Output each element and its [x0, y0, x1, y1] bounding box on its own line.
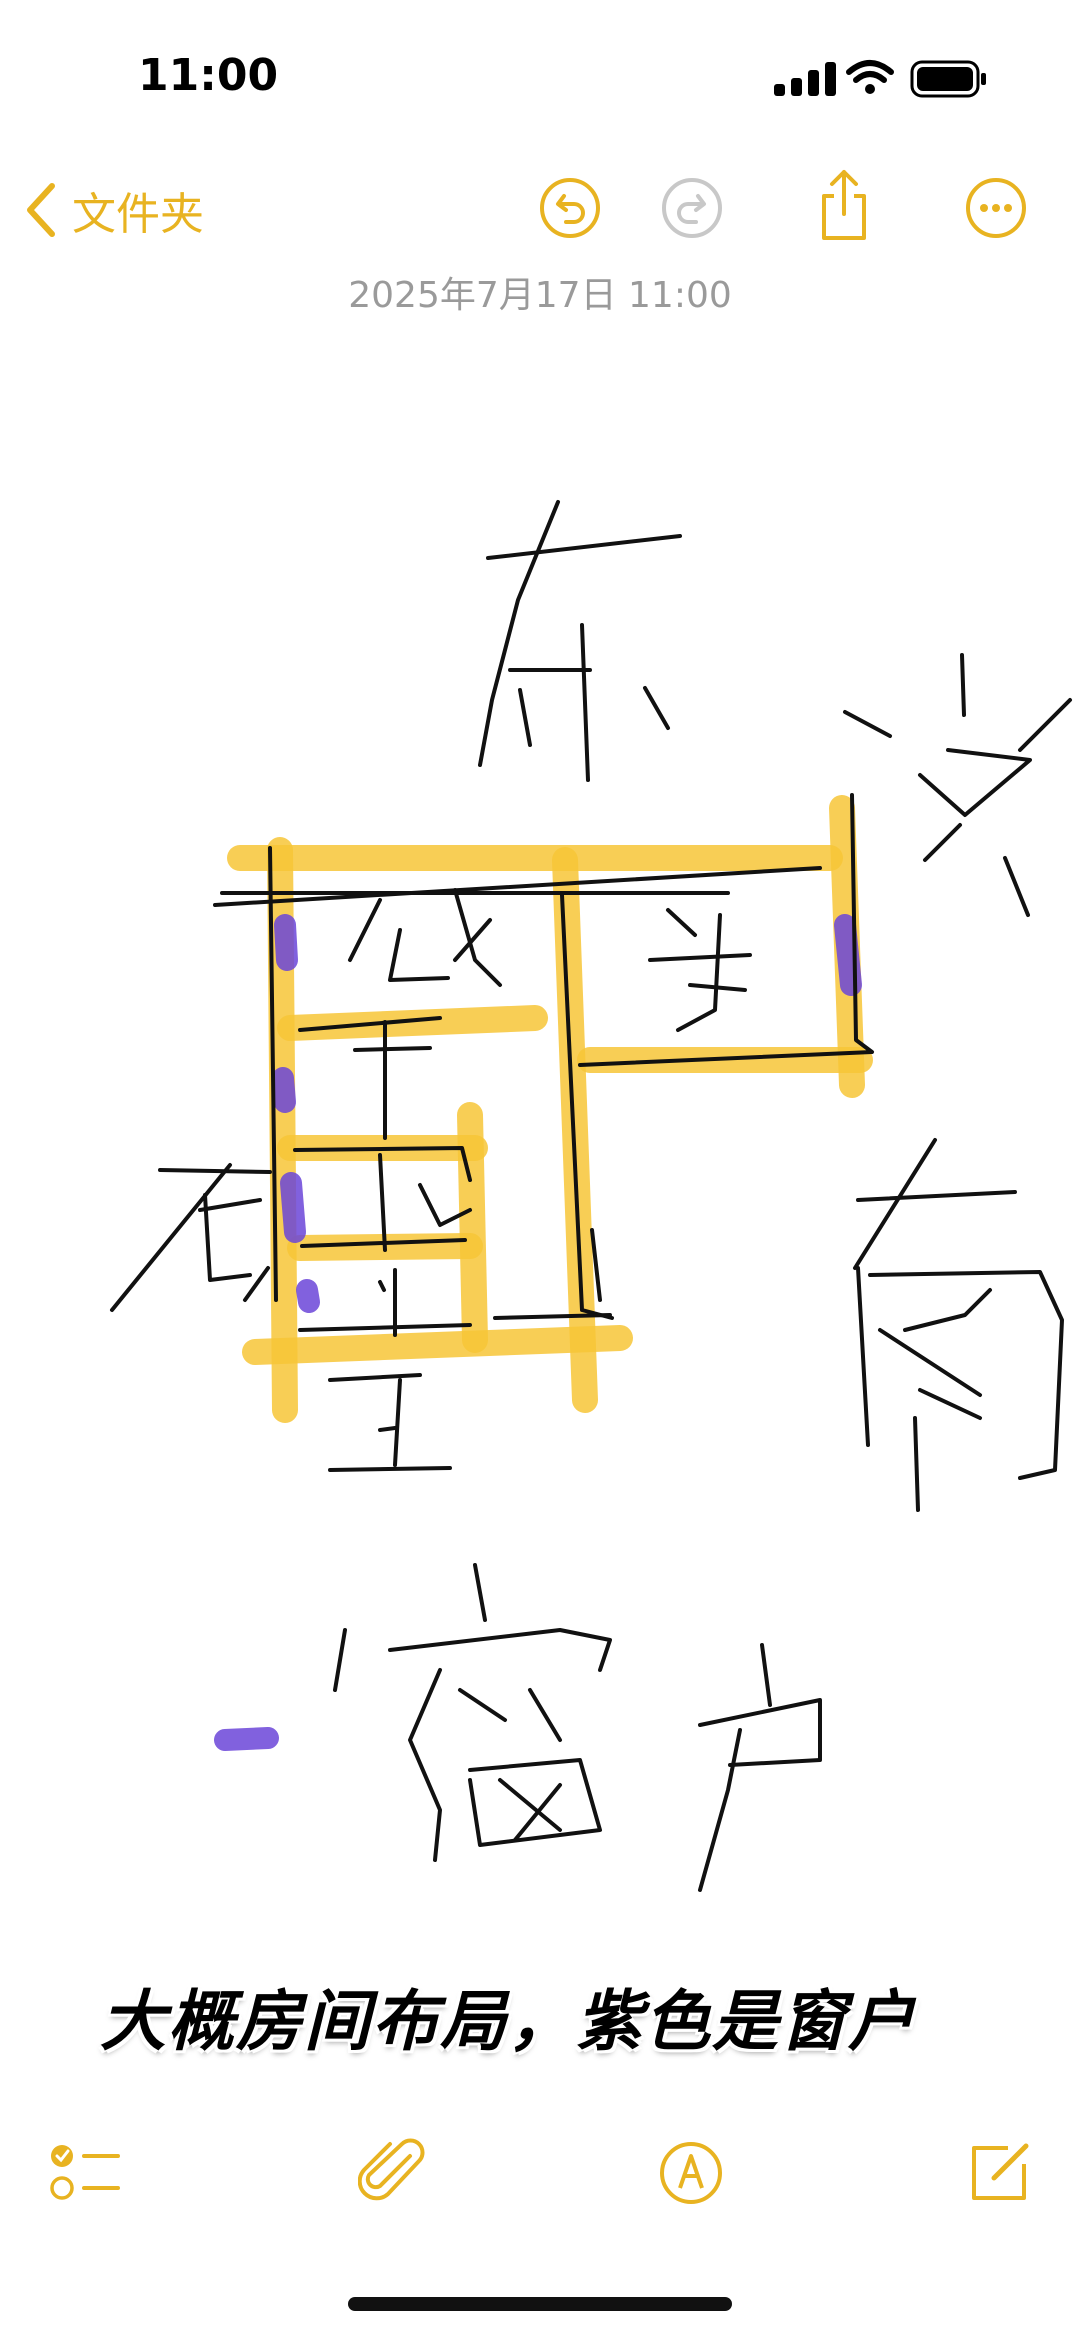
compose-icon[interactable] — [966, 2138, 1034, 2206]
ink-strokes — [110, 500, 1072, 1892]
note-caption: 大概房间布局，紫色是窗户 — [100, 1983, 916, 2060]
paperclip-icon[interactable] — [358, 2138, 428, 2208]
checklist-icon[interactable] — [48, 2140, 122, 2206]
home-indicator — [348, 2297, 732, 2311]
pen-tip-icon[interactable] — [658, 2140, 724, 2206]
